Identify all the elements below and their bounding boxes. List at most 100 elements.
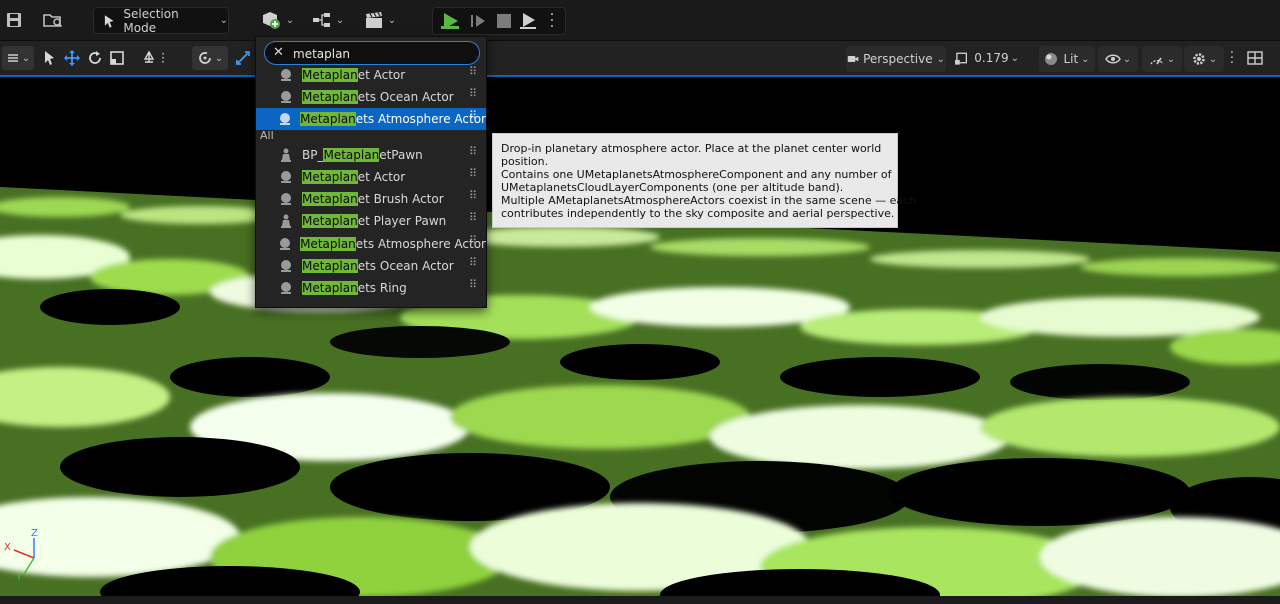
rotation-snap-icon — [198, 52, 211, 64]
chevron-down-icon: ⌄ — [285, 14, 295, 26]
selection-mode-label: Selection Mode — [123, 6, 179, 35]
chevron-down-icon: ⌄ — [1166, 53, 1176, 65]
scale-tool-button[interactable] — [108, 49, 126, 67]
chevron-down-icon: ⌄ — [387, 14, 397, 26]
blueprint-graph-icon — [312, 13, 330, 27]
recent-item-label: Metaplanet Actor — [302, 68, 406, 82]
save-button[interactable] — [4, 10, 24, 30]
play-controls: · · · — [432, 7, 566, 35]
eject-icon — [520, 13, 536, 29]
selection-mode-dropdown[interactable]: Selection Mode ⌄ — [93, 6, 229, 35]
viewport-options-button[interactable]: ⌄ — [2, 46, 34, 70]
sphere-icon — [278, 191, 294, 207]
show-flags-button[interactable]: ⌄ — [1098, 46, 1138, 72]
list-item-label: Metaplanet Actor — [302, 170, 406, 184]
gizmo-x-label: X — [4, 542, 11, 553]
recent-item[interactable]: Metaplanets Ocean Actor ⠿ — [256, 86, 486, 108]
drag-handle-icon[interactable]: ⠿ — [469, 190, 477, 201]
drag-handle-icon[interactable]: ⠿ — [469, 110, 477, 121]
rotate-tool-button[interactable] — [86, 49, 104, 67]
add-cube-icon — [262, 12, 280, 29]
more-vertical-icon[interactable]: · · · — [1226, 47, 1238, 70]
gizmo-y-label: Y — [16, 572, 23, 583]
sphere-icon — [278, 169, 294, 185]
list-item[interactable]: Metaplanets Ocean Actor ⠿ — [256, 255, 486, 277]
drag-handle-icon[interactable]: ⠿ — [469, 279, 477, 290]
cinematics-button[interactable]: ⌄ — [362, 9, 398, 31]
stop-button[interactable] — [493, 11, 515, 31]
perspective-dropdown[interactable]: Perspective ⌄ — [846, 46, 946, 72]
list-item-label: Metaplanet Brush Actor — [302, 192, 444, 206]
list-item[interactable]: Metaplanets Ring ⠿ — [256, 277, 486, 299]
chevron-down-icon: ⌄ — [1122, 53, 1132, 65]
viewport-toolbar: ⌄ ··· ⌄ Perspective ⌄ 0.179 ⌄ Lit ⌄ ⌄ — [0, 41, 1280, 77]
play-button[interactable] — [439, 11, 461, 31]
list-item[interactable]: Metaplanets Atmosphere Actor ⠿ — [256, 233, 486, 255]
drag-handle-icon[interactable]: ⠿ — [469, 212, 477, 223]
tooltip-body: Contains one UMetaplanetsAtmosphereCompo… — [501, 168, 917, 220]
sphere-icon — [278, 258, 294, 274]
recent-item[interactable]: Metaplanet Actor ⠿ — [256, 64, 486, 86]
drag-handle-icon[interactable]: ⠿ — [469, 66, 477, 77]
clear-search-icon[interactable]: ✕ — [273, 45, 284, 60]
grid-layout-icon — [1247, 51, 1263, 65]
viewport-settings-button[interactable]: ⌄ — [1184, 46, 1224, 72]
list-item-label: Metaplanet Player Pawn — [302, 214, 447, 228]
actor-tooltip: Drop-in planetary atmosphere actor. Plac… — [492, 133, 916, 228]
eye-icon — [1104, 54, 1121, 64]
list-item[interactable]: BP_MetaplanetPawn ⠿ — [256, 144, 486, 166]
list-item[interactable]: Metaplanet Player Pawn ⠿ — [256, 210, 486, 232]
surface-snap-icon — [143, 50, 155, 63]
stop-icon — [497, 14, 511, 28]
main-toolbar: Selection Mode ⌄ ⌄ ⌄ ⌄ · · · — [0, 0, 1280, 41]
list-item-label: Metaplanets Atmosphere Actor — [300, 237, 486, 251]
translate-tool-button[interactable] — [63, 49, 81, 67]
recent-item-selected[interactable]: Metaplanets Atmosphere Actor ⠿ — [256, 108, 486, 130]
drag-handle-icon[interactable]: ⠿ — [469, 88, 477, 99]
chevron-down-icon: ⌄ — [936, 53, 945, 65]
scale-icon — [110, 51, 124, 65]
blueprints-button[interactable]: ⌄ — [310, 9, 346, 31]
rotate-icon — [89, 51, 101, 64]
cursor-icon — [45, 51, 54, 65]
fov-icon — [955, 52, 968, 65]
content-browser-button[interactable] — [42, 10, 64, 30]
fov-control[interactable]: 0.179 ⌄ — [955, 46, 1019, 70]
eject-button[interactable] — [517, 11, 539, 31]
drag-handle-icon[interactable]: ⠿ — [469, 146, 477, 157]
list-item[interactable]: Metaplanet Actor ⠿ — [256, 166, 486, 188]
chevron-down-icon: ⌄ — [214, 52, 224, 64]
drag-handle-icon[interactable]: ⠿ — [469, 168, 477, 179]
search-input[interactable] — [291, 44, 475, 64]
status-bar — [0, 596, 1280, 604]
sphere-icon — [278, 111, 292, 127]
more-vertical-icon: · · · — [161, 47, 165, 69]
camera-icon — [847, 55, 859, 63]
view-mode-dropdown[interactable]: Lit ⌄ — [1039, 46, 1095, 72]
layout-grid-button[interactable] — [1244, 48, 1266, 68]
list-item[interactable]: Metaplanet Brush Actor ⠿ — [256, 188, 486, 210]
step-forward-button[interactable] — [467, 11, 489, 31]
gizmo-z-label: Z — [31, 528, 38, 539]
step-forward-icon — [471, 15, 485, 27]
drag-handle-icon[interactable]: ⠿ — [469, 235, 477, 246]
move-arrows-icon — [64, 50, 80, 66]
recent-item-label: Metaplanets Ocean Actor — [302, 90, 454, 104]
play-icon — [441, 13, 459, 29]
select-tool-button[interactable] — [42, 49, 58, 67]
hamburger-icon — [7, 54, 18, 62]
more-options-icon[interactable]: · · · — [545, 8, 559, 34]
scalability-button[interactable]: ⌄ — [1142, 46, 1182, 72]
search-field[interactable]: ✕ — [264, 41, 480, 65]
scale-snap-button[interactable] — [234, 49, 252, 67]
surface-snapping-button[interactable]: · · · — [138, 47, 168, 69]
chevron-down-icon: ⌄ — [21, 52, 31, 64]
add-actor-button[interactable]: ⌄ — [258, 9, 296, 31]
rotation-snap-button[interactable]: ⌄ — [192, 46, 228, 70]
chevron-down-icon: ⌄ — [1081, 53, 1090, 65]
pawn-icon — [278, 213, 294, 229]
tooltip-summary: Drop-in planetary atmosphere actor. Plac… — [501, 142, 882, 168]
sphere-icon — [278, 89, 294, 105]
chevron-down-icon: ⌄ — [1010, 52, 1019, 64]
drag-handle-icon[interactable]: ⠿ — [469, 257, 477, 268]
